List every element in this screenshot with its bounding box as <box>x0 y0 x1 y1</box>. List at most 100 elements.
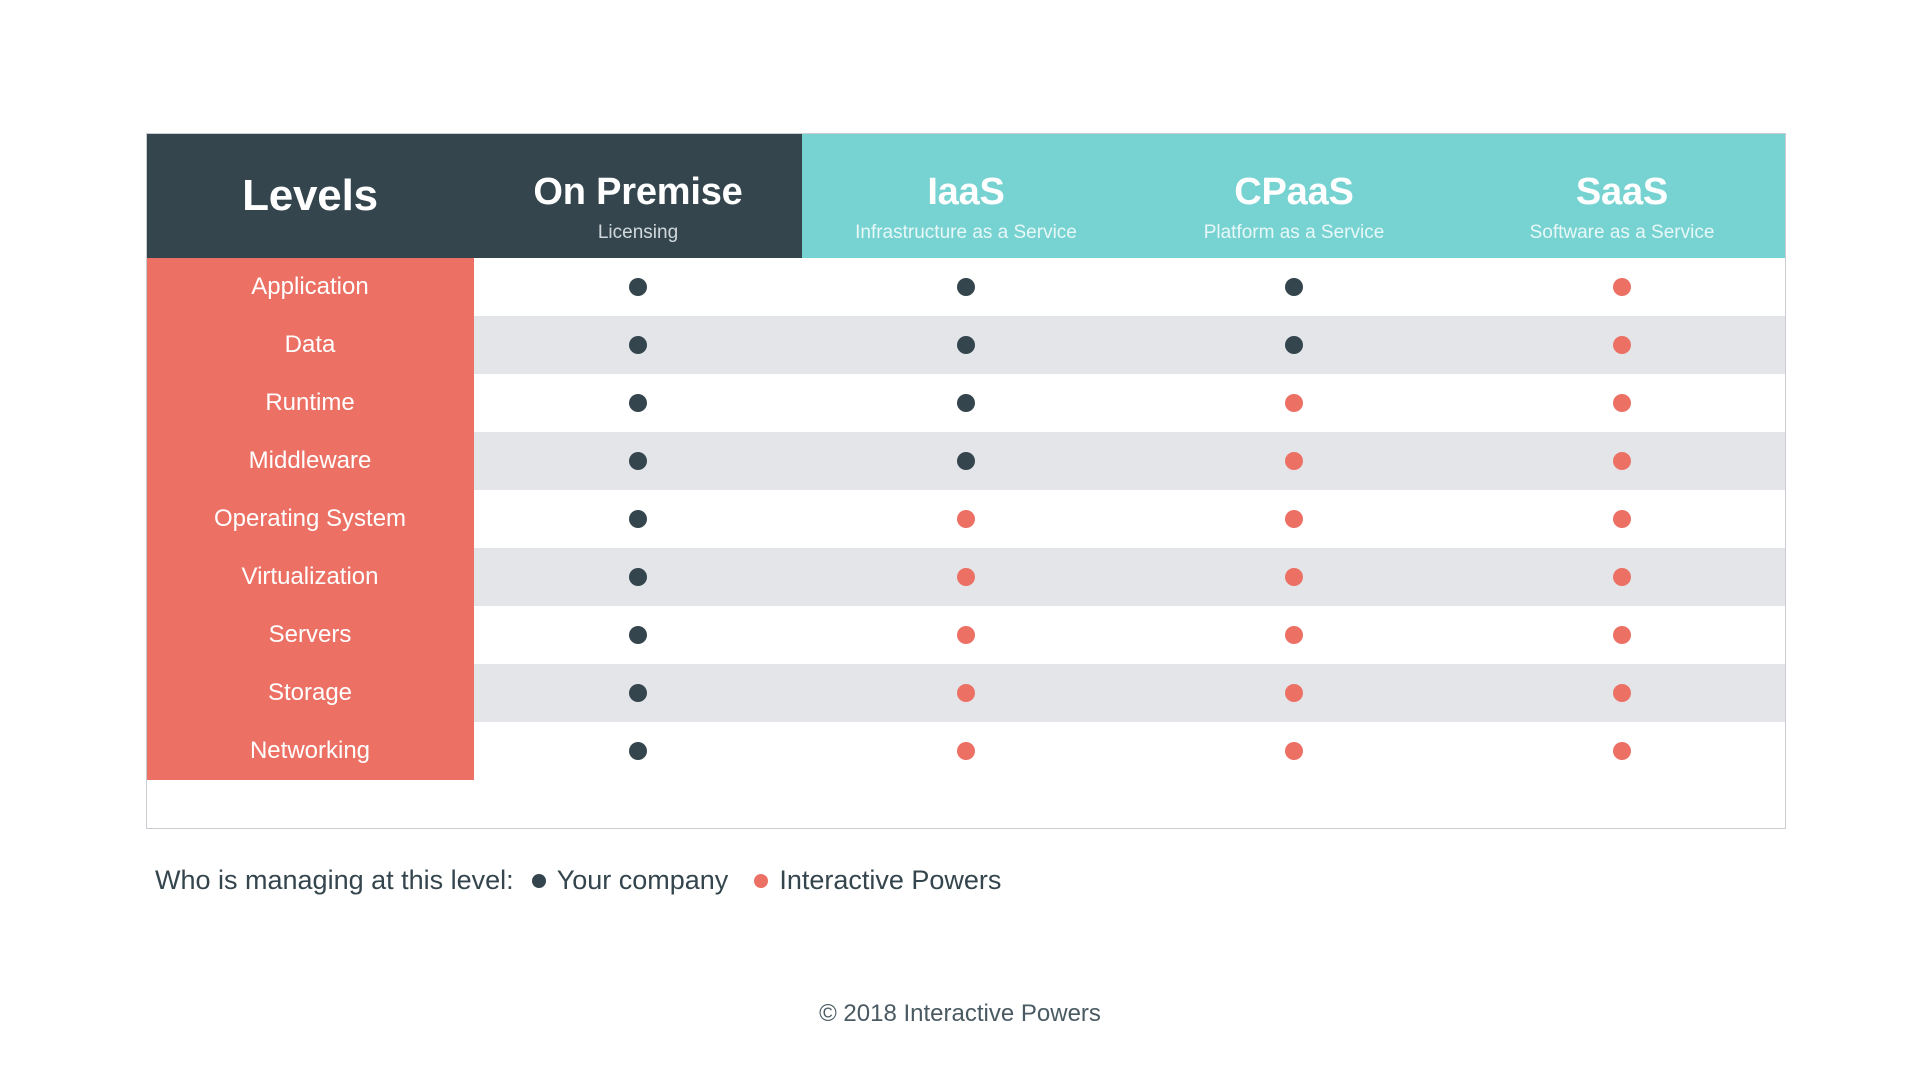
matrix-cell <box>802 258 1130 316</box>
matrix-cell <box>1458 258 1786 316</box>
levels-header-cell: Levels <box>146 133 474 258</box>
legend-label-company: Your company <box>556 865 729 895</box>
dot-company-icon <box>629 277 647 296</box>
legend-entry-provider: Interactive Powers <box>754 865 1001 896</box>
matrix-cell <box>802 374 1130 432</box>
dot-provider-icon <box>1285 393 1303 412</box>
matrix-row: Middleware <box>146 432 1786 490</box>
matrix-row: Storage <box>146 664 1786 722</box>
column-header-on-premise: On Premise Licensing <box>474 133 802 258</box>
dot-provider-icon <box>1613 393 1631 412</box>
cloud-responsibility-matrix: Levels On Premise Licensing IaaS Infrast… <box>146 133 1786 780</box>
matrix-cell <box>802 548 1130 606</box>
dot-company-icon <box>957 277 975 296</box>
matrix-cell <box>1130 316 1458 374</box>
dot-provider-icon <box>957 683 975 702</box>
dot-provider-icon <box>1613 625 1631 644</box>
column-subtitle-iaas: Infrastructure as a Service <box>855 221 1077 243</box>
matrix-cell <box>1458 548 1786 606</box>
matrix-body: Application Data Runtime Middleware Operatin… <box>146 258 1786 780</box>
matrix-row: Application <box>146 258 1786 316</box>
matrix-cell <box>474 490 802 548</box>
matrix-cell <box>1130 374 1458 432</box>
matrix-row: Networking <box>146 722 1786 780</box>
dot-provider-icon <box>1613 683 1631 702</box>
dot-provider-icon <box>1613 277 1631 296</box>
column-subtitle-saas: Software as a Service <box>1529 221 1715 243</box>
column-header-saas: SaaS Software as a Service <box>1458 133 1786 258</box>
column-title-cpaas: CPaaS <box>1234 171 1354 214</box>
dot-provider-icon <box>1285 683 1303 702</box>
legend-dot-company-icon <box>531 873 546 888</box>
matrix-cell <box>802 606 1130 664</box>
column-header-iaas: IaaS Infrastructure as a Service <box>802 133 1130 258</box>
dot-provider-icon <box>1613 741 1631 760</box>
matrix-cell <box>1458 490 1786 548</box>
matrix-cell <box>474 548 802 606</box>
dot-company-icon <box>629 625 647 644</box>
matrix-cell <box>1458 722 1786 780</box>
row-label-operating-system: Operating System <box>146 490 474 548</box>
dot-provider-icon <box>1285 451 1303 470</box>
dot-provider-icon <box>1285 509 1303 528</box>
matrix-cell <box>1130 490 1458 548</box>
matrix-cell <box>474 432 802 490</box>
column-subtitle-on-premise: Licensing <box>597 221 679 243</box>
dot-provider-icon <box>1613 335 1631 354</box>
matrix-cell <box>474 316 802 374</box>
column-header-cpaas: CPaaS Platform as a Service <box>1130 133 1458 258</box>
responsibility-matrix-page: Levels On Premise Licensing IaaS Infrast… <box>0 0 1920 1080</box>
row-label-virtualization: Virtualization <box>146 548 474 606</box>
matrix-cell <box>1458 432 1786 490</box>
dot-provider-icon <box>1613 567 1631 586</box>
dot-provider-icon <box>1613 509 1631 528</box>
column-title-on-premise: On Premise <box>533 171 743 214</box>
matrix-row: Operating System <box>146 490 1786 548</box>
matrix-cell <box>1130 548 1458 606</box>
matrix-cell <box>474 606 802 664</box>
matrix-cell <box>1130 258 1458 316</box>
row-label-application: Application <box>146 258 474 316</box>
matrix-row: Servers <box>146 606 1786 664</box>
dot-company-icon <box>957 335 975 354</box>
row-label-storage: Storage <box>146 664 474 722</box>
matrix-cell <box>474 258 802 316</box>
row-label-middleware: Middleware <box>146 432 474 490</box>
matrix-cell <box>1458 374 1786 432</box>
matrix-cell <box>1130 432 1458 490</box>
matrix-cell <box>802 490 1130 548</box>
dot-company-icon <box>1285 277 1303 296</box>
dot-company-icon <box>629 741 647 760</box>
matrix-row: Runtime <box>146 374 1786 432</box>
legend-entry-company: Your company <box>531 865 729 896</box>
dot-provider-icon <box>957 509 975 528</box>
dot-company-icon <box>629 393 647 412</box>
dot-company-icon <box>629 509 647 528</box>
matrix-cell <box>474 664 802 722</box>
matrix-cell <box>1458 316 1786 374</box>
dot-company-icon <box>629 683 647 702</box>
dot-provider-icon <box>957 741 975 760</box>
dot-company-icon <box>1285 335 1303 354</box>
dot-provider-icon <box>1613 451 1631 470</box>
matrix-cell <box>1130 722 1458 780</box>
dot-company-icon <box>629 451 647 470</box>
matrix-cell <box>474 722 802 780</box>
matrix-cell <box>802 316 1130 374</box>
dot-company-icon <box>957 393 975 412</box>
legend-label-provider: Interactive Powers <box>779 865 1002 895</box>
row-label-runtime: Runtime <box>146 374 474 432</box>
column-title-iaas: IaaS <box>927 171 1005 214</box>
header-row: Levels On Premise Licensing IaaS Infrast… <box>146 133 1786 258</box>
dot-company-icon <box>629 335 647 354</box>
matrix-cell <box>1458 606 1786 664</box>
matrix-cell <box>1130 606 1458 664</box>
dot-provider-icon <box>1285 625 1303 644</box>
matrix-cell <box>802 664 1130 722</box>
legend: Who is managing at this level: Your comp… <box>155 865 1027 896</box>
dot-company-icon <box>629 567 647 586</box>
levels-header-title: Levels <box>242 171 378 220</box>
row-label-servers: Servers <box>146 606 474 664</box>
column-title-saas: SaaS <box>1575 171 1669 214</box>
matrix-cell <box>802 722 1130 780</box>
